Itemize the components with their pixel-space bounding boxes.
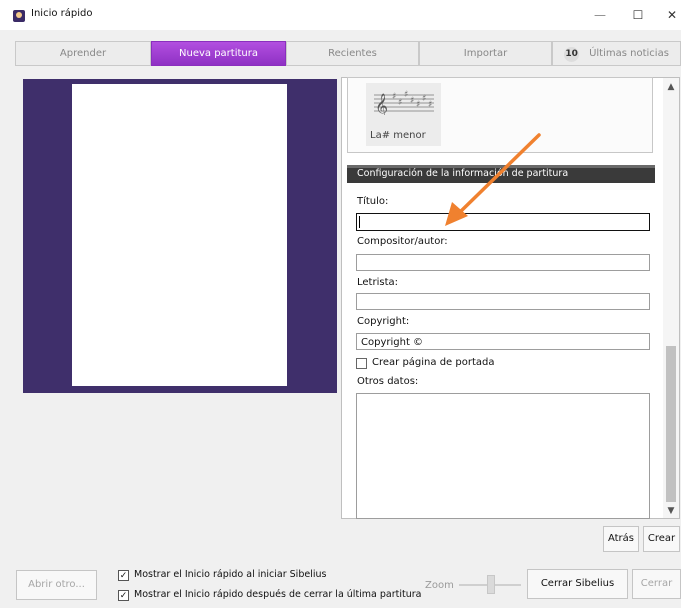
close-sibelius-button[interactable]: Cerrar Sibelius (527, 569, 628, 599)
tab-recientes[interactable]: Recientes (286, 41, 419, 66)
zoom-slider-thumb[interactable] (487, 575, 495, 594)
tab-label: Últimas noticias (589, 48, 669, 59)
window-title: Inicio rápido (31, 8, 93, 19)
copyright-value: Copyright © (361, 337, 424, 348)
maximize-button[interactable]: ☐ (626, 6, 650, 24)
scrollbar-thumb[interactable] (666, 346, 676, 502)
minimize-button[interactable]: — (588, 6, 612, 24)
tab-aprender[interactable]: Aprender (15, 41, 151, 66)
other-info-label: Otros datos: (357, 376, 419, 387)
svg-text:♯: ♯ (422, 94, 426, 104)
title-bar (0, 0, 681, 30)
other-info-textarea[interactable] (356, 393, 650, 519)
tab-importar[interactable]: Importar (419, 41, 552, 66)
composer-input[interactable] (356, 254, 650, 271)
tab-ultimas-noticias[interactable]: 10 Últimas noticias (552, 41, 681, 66)
scroll-up-icon[interactable]: ▲ (663, 80, 679, 94)
title-input[interactable] (356, 213, 650, 231)
text-caret (359, 216, 360, 228)
svg-text:𝄞: 𝄞 (375, 93, 388, 115)
svg-text:♯: ♯ (416, 100, 420, 110)
close-window-button[interactable]: ✕ (663, 6, 681, 24)
tab-label: Nueva partitura (179, 48, 258, 59)
cover-page-checkbox[interactable] (356, 358, 367, 369)
show-on-start-checkbox[interactable]: ✓ (118, 570, 129, 581)
back-button[interactable]: Atrás (603, 526, 639, 552)
cover-page-label: Crear página de portada (372, 357, 495, 368)
scroll-down-icon[interactable]: ▼ (663, 504, 679, 518)
tab-label: Importar (463, 48, 508, 59)
lyricist-label: Letrista: (357, 277, 398, 288)
svg-text:♯: ♯ (392, 92, 396, 102)
show-on-start-label: Mostrar el Inicio rápido al iniciar Sibe… (134, 569, 327, 580)
news-count-badge: 10 (564, 47, 580, 62)
copyright-label: Copyright: (357, 316, 410, 327)
open-other-button[interactable]: Abrir otro... (16, 570, 97, 600)
create-button[interactable]: Crear (643, 526, 680, 552)
title-label: Título: (357, 196, 389, 207)
show-after-close-label: Mostrar el Inicio rápido después de cerr… (134, 589, 422, 600)
svg-text:♯: ♯ (404, 90, 408, 100)
tab-label: Aprender (59, 48, 107, 59)
key-signature-icon: 𝄞 ♯♯♯ ♯ ♯♯ ♯ (374, 90, 434, 115)
svg-text:♯: ♯ (428, 100, 432, 110)
sibelius-app-icon (13, 10, 25, 22)
tab-label: Recientes (328, 48, 377, 59)
composer-label: Compositor/autor: (357, 236, 448, 247)
close-button[interactable]: Cerrar (632, 569, 681, 599)
preview-page (72, 84, 287, 386)
key-signature-label: La# menor (370, 130, 426, 141)
svg-text:♯: ♯ (398, 98, 402, 108)
svg-text:♯: ♯ (410, 96, 414, 106)
tab-bar: Aprender Nueva partitura Recientes Impor… (15, 41, 681, 66)
lyricist-input[interactable] (356, 293, 650, 310)
zoom-label: Zoom (425, 580, 454, 591)
show-after-close-checkbox[interactable]: ✓ (118, 590, 129, 601)
tab-nueva-partitura[interactable]: Nueva partitura (151, 41, 286, 66)
section-title: Configuración de la información de parti… (357, 168, 569, 179)
